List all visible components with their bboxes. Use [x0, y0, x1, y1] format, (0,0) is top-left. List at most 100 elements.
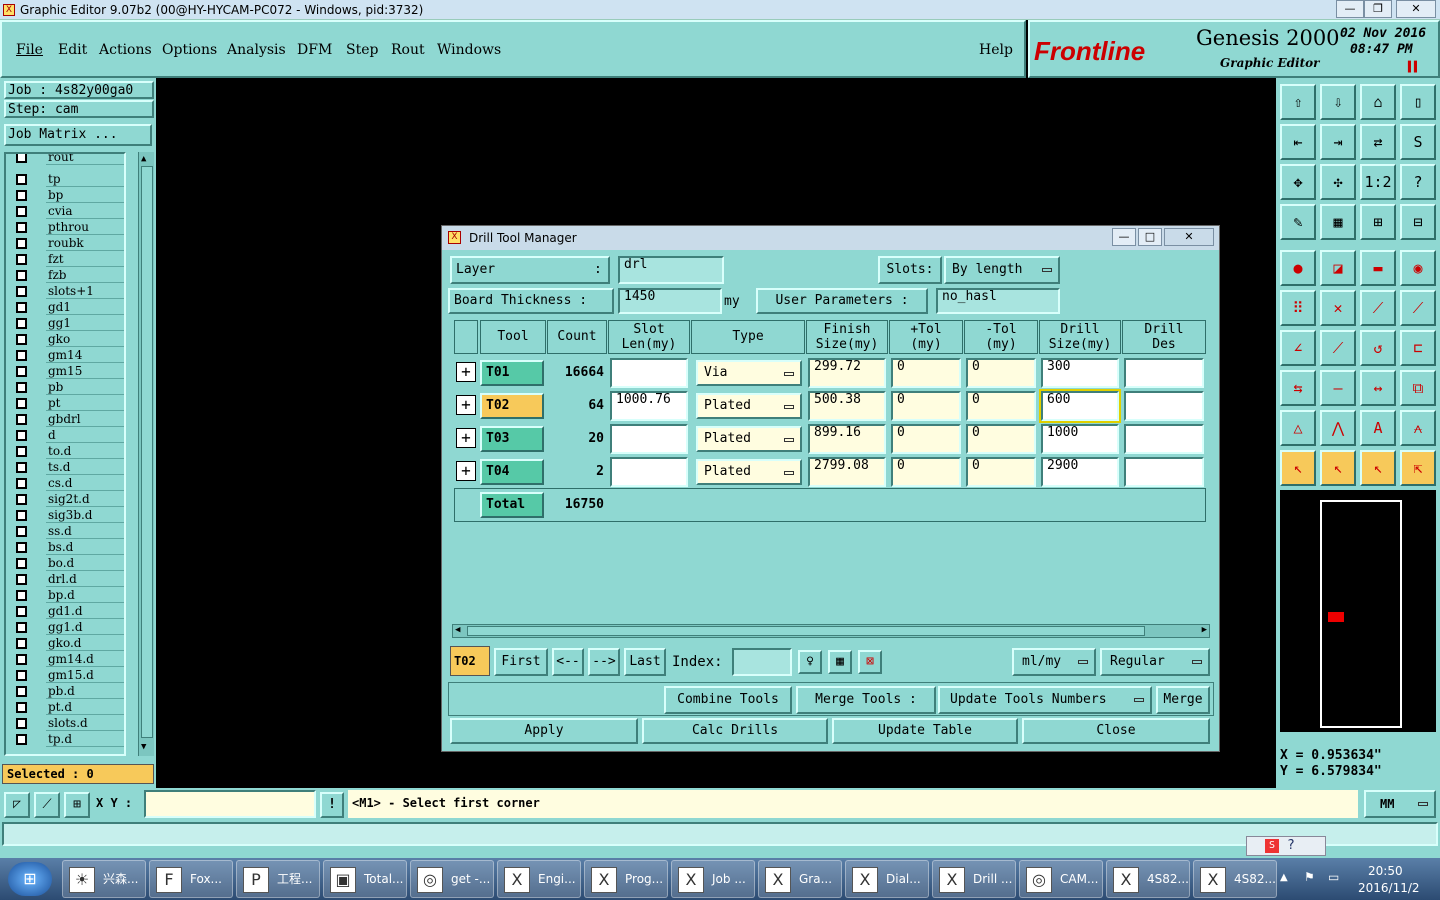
minus-tol-field[interactable]: 0	[966, 424, 1036, 454]
finish-size-field[interactable]: 899.16	[808, 424, 886, 454]
merge-button[interactable]: Merge	[1156, 686, 1210, 714]
layer-checkbox[interactable]	[16, 414, 27, 425]
layer-checkbox[interactable]	[16, 270, 27, 281]
layer-checkbox[interactable]	[16, 318, 27, 329]
finish-size-field[interactable]: 299.72	[808, 358, 886, 388]
user-parameters-field[interactable]: no_hasl	[936, 288, 1060, 314]
cross-icon[interactable]: ✕	[1320, 290, 1356, 326]
hscroll-thumb[interactable]	[467, 626, 1145, 636]
close-window-button[interactable]: ✕	[1396, 0, 1436, 18]
scroll-right-icon[interactable]: ▶	[1202, 625, 1207, 635]
snake-icon[interactable]: S	[1400, 124, 1436, 160]
drill-des-field[interactable]	[1124, 457, 1204, 487]
taskbar-item[interactable]: X Engi...	[497, 860, 581, 898]
taskbar-item[interactable]: ◎ get -...	[410, 860, 494, 898]
layer-checkbox[interactable]	[16, 446, 27, 457]
bulb-icon[interactable]: ♀	[798, 650, 822, 674]
tool-id[interactable]: T03	[480, 426, 544, 452]
restore-button[interactable]: ❐	[1364, 0, 1392, 18]
layer-item[interactable]: gd1.d	[14, 604, 124, 619]
tool-id[interactable]: T04	[480, 459, 544, 485]
grid-snap-icon[interactable]: ⊞	[64, 792, 90, 818]
transform-icon[interactable]: ⇱	[1400, 450, 1436, 486]
combine-tools-button[interactable]: Combine Tools	[664, 686, 792, 714]
layer-item[interactable]: gg1	[14, 316, 124, 331]
layer-item[interactable]: fzt	[14, 252, 124, 267]
plus-tol-field[interactable]: 0	[891, 358, 961, 388]
unit-dropdown[interactable]: MM	[1364, 790, 1436, 818]
index-field[interactable]	[732, 648, 792, 676]
layer-item[interactable]: gm15	[14, 364, 124, 379]
expand-icon[interactable]: +	[456, 461, 476, 481]
tool-id[interactable]: T01	[480, 360, 544, 386]
layer-checkbox[interactable]	[16, 430, 27, 441]
layer-item[interactable]: to.d	[14, 444, 124, 459]
layer-item[interactable]: tp	[14, 172, 124, 187]
menu-actions[interactable]: Actions	[99, 42, 152, 58]
type-dropdown[interactable]: Plated	[696, 426, 802, 452]
zoom-down-icon[interactable]: ⇩	[1320, 84, 1356, 120]
slot-len-field[interactable]: 1000.76	[610, 391, 688, 421]
taskbar-item[interactable]: F Fox...	[149, 860, 233, 898]
layer-checkbox[interactable]	[16, 154, 27, 163]
triangle-icon[interactable]: △	[1280, 410, 1316, 446]
select-icon[interactable]: ↖	[1320, 450, 1356, 486]
dialog-maximize-button[interactable]: □	[1138, 228, 1162, 246]
layer-checkbox[interactable]	[16, 558, 27, 569]
layers-icon[interactable]: ⊞	[1360, 204, 1396, 240]
layer-checkbox[interactable]	[16, 334, 27, 345]
slot-len-field[interactable]	[610, 457, 688, 487]
layer-item[interactable]: bs.d	[14, 540, 124, 555]
layer-list-scrollbar[interactable]: ▲ ▼	[138, 152, 154, 756]
minus-tol-field[interactable]: 0	[966, 457, 1036, 487]
layer-checkbox[interactable]	[16, 206, 27, 217]
layer-checkbox[interactable]	[16, 526, 27, 537]
layer-checkbox[interactable]	[16, 622, 27, 633]
close-button[interactable]: Close	[1022, 718, 1210, 744]
finish-size-field[interactable]: 500.38	[808, 391, 886, 421]
drill-size-field[interactable]: 2900	[1041, 457, 1119, 487]
layer-checkbox[interactable]	[16, 286, 27, 297]
layer-list[interactable]: rout tp bp cvia pthrou roubk fzt fzb slots+1 gd1 g…	[4, 152, 126, 756]
layer-item[interactable]: bp.d	[14, 588, 124, 603]
layer-checkbox[interactable]	[16, 174, 27, 185]
center-icon[interactable]: ✣	[1320, 164, 1356, 200]
drill-size-field[interactable]: 1000	[1041, 424, 1119, 454]
calc-drills-button[interactable]: Calc Drills	[642, 718, 828, 744]
scroll-down-icon[interactable]: ▼	[141, 742, 146, 752]
expand-icon[interactable]: +	[456, 362, 476, 382]
layer-item[interactable]: pt.d	[14, 700, 124, 715]
layer-checkbox[interactable]	[16, 462, 27, 473]
layer-item[interactable]: roubk	[14, 236, 124, 251]
layer-item[interactable]: ts.d	[14, 460, 124, 475]
layer-item[interactable]: pt	[14, 396, 124, 411]
layer-item[interactable]: gbdrl	[14, 412, 124, 427]
measure-icon[interactable]: ⟋	[34, 792, 60, 818]
nodes-icon[interactable]: ⠿	[1280, 290, 1316, 326]
type-dropdown[interactable]: Plated	[696, 459, 802, 485]
layer-checkbox[interactable]	[16, 254, 27, 265]
taskbar-item[interactable]: ☀ 兴森...	[62, 860, 146, 898]
layer-item[interactable]: cvia	[14, 204, 124, 219]
scroll-up-icon[interactable]: ▲	[141, 154, 146, 164]
layer-checkbox[interactable]	[16, 238, 27, 249]
units-dropdown[interactable]: ml/my	[1012, 648, 1096, 676]
flip-icon[interactable]: ⇆	[1280, 370, 1316, 406]
next-button[interactable]: -->	[588, 648, 620, 676]
layer-item[interactable]: gko.d	[14, 636, 124, 651]
last-button[interactable]: Last	[624, 648, 666, 676]
layer-checkbox[interactable]	[16, 350, 27, 361]
ratio-icon[interactable]: 1:2	[1360, 164, 1396, 200]
home-icon[interactable]: ⌂	[1360, 84, 1396, 120]
minimize-button[interactable]: —	[1336, 0, 1364, 18]
ruler-icon[interactable]: ▬	[1360, 250, 1396, 286]
dialog-title-bar[interactable]: X Drill Tool Manager — □ ✕	[442, 226, 1219, 250]
ime-s-icon[interactable]: S	[1265, 839, 1279, 853]
slope-icon[interactable]: ⟋	[1320, 330, 1356, 366]
xy-input[interactable]	[144, 790, 316, 818]
line-icon[interactable]: ⟋	[1360, 290, 1396, 326]
layer-item[interactable]: fzb	[14, 268, 124, 283]
ime-toolbar[interactable]: S ?	[1246, 836, 1326, 856]
tool-id[interactable]: T02	[480, 393, 544, 419]
layer-checkbox[interactable]	[16, 510, 27, 521]
